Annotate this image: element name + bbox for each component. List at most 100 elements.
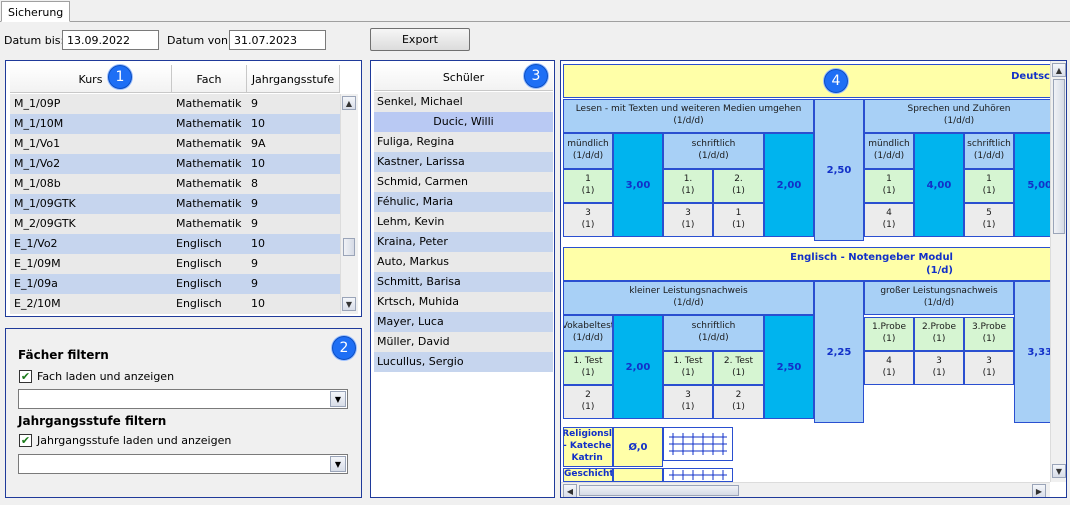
header-fach[interactable]: Fach (172, 65, 247, 93)
grade-cell[interactable]: 1. (1) (663, 169, 713, 203)
list-item[interactable]: Krtsch, Muhida (374, 292, 553, 312)
list-item[interactable]: Féhulic, Maria (374, 192, 553, 212)
filter-panel: 2 Fächer filtern ✔ Fach laden und anzeig… (5, 328, 362, 498)
cell-stufe: 9A (247, 134, 340, 154)
list-item[interactable]: Senkel, Michael (374, 92, 553, 112)
cell-fach: Englisch (172, 234, 247, 254)
jahrgangsstufe-checkbox[interactable]: ✔ (19, 434, 32, 447)
vokabeltest-header: Vokabeltest (1/d/d) (563, 315, 613, 351)
cell-kurs: M_1/09P (10, 94, 172, 114)
datum-bis-field[interactable]: 13.09.2022 (62, 30, 159, 50)
list-item[interactable]: Schmid, Carmen (374, 172, 553, 192)
table-row[interactable]: M_1/09GTK Mathematik 9 (10, 194, 340, 214)
list-item[interactable]: Mayer, Luca (374, 312, 553, 332)
list-item[interactable]: Ducic, Willi (374, 112, 553, 132)
badge-1: 1 (108, 65, 132, 89)
table-row[interactable]: E_2/10M Englisch 10 (10, 294, 340, 314)
scroll-right-icon[interactable]: ▶ (1032, 484, 1046, 497)
sprechen-header: Sprechen und Zuhören (1/d/d) (864, 99, 1054, 133)
scroll-down-icon[interactable]: ▼ (342, 297, 356, 311)
table-row[interactable]: M_1/Vo2 Mathematik 10 (10, 154, 340, 174)
cell-fach: Mathematik (172, 94, 247, 114)
scroll-thumb[interactable] (1053, 79, 1065, 234)
table-row[interactable]: M_1/Vo1 Mathematik 9A (10, 134, 340, 154)
table-row[interactable]: E_1/09a Englisch 9 (10, 274, 340, 294)
cell-fach: Mathematik (172, 194, 247, 214)
list-item[interactable]: Lucullus, Sergio (374, 352, 553, 372)
grade-cell[interactable]: 2. Test (1) (713, 351, 764, 385)
scroll-down-icon[interactable]: ▼ (1052, 464, 1066, 478)
jahrgangsstufe-combobox[interactable]: ▼ (18, 454, 348, 474)
cell-stufe: 9 (247, 94, 340, 114)
grade-cell[interactable]: 3 (1) (914, 351, 964, 385)
grade-cell[interactable]: 1. Test (1) (563, 351, 613, 385)
list-item[interactable]: Auto, Markus (374, 252, 553, 272)
chevron-down-icon[interactable]: ▼ (330, 456, 346, 472)
list-item[interactable]: Kastner, Larissa (374, 152, 553, 172)
tab-sicherung[interactable]: Sicherung (1, 1, 71, 22)
grade-cell[interactable]: 4 (1) (864, 351, 914, 385)
table-row[interactable]: M_1/09P Mathematik 9 (10, 94, 340, 114)
cell-stufe: 10 (247, 154, 340, 174)
grade-cell[interactable]: 2 (1) (713, 385, 764, 419)
list-item[interactable]: Kraina, Peter (374, 232, 553, 252)
cell-kurs: M_1/Vo2 (10, 154, 172, 174)
noten-horizontal-scrollbar[interactable]: ◀ ▶ (561, 482, 1050, 497)
scroll-left-icon[interactable]: ◀ (563, 484, 577, 497)
datum-bis-label: Datum bis: (4, 34, 65, 47)
kurs-table-header: Kurs Fach Jahrgangsstufe (10, 65, 340, 93)
cell-fach: Englisch (172, 254, 247, 274)
table-row[interactable]: M_2/09GTK Mathematik 9 (10, 214, 340, 234)
fach-checkbox[interactable]: ✔ (19, 370, 32, 383)
faecher-filter-title: Fächer filtern (18, 348, 109, 362)
fach-combobox[interactable]: ▼ (18, 389, 348, 409)
cell-kurs: E_1/09a (10, 274, 172, 294)
jahrgangsstufe-checkbox-label: Jahrgangsstufe laden und anzeigen (37, 434, 232, 447)
grade-cell[interactable]: 2 (1) (563, 385, 613, 419)
schriftlich-header: schriftlich (1/d/d) (663, 315, 764, 351)
geschichte-label: Geschichte (563, 468, 613, 482)
header-jahrgangsstufe[interactable]: Jahrgangsstufe (247, 65, 340, 93)
scroll-up-icon[interactable]: ▲ (1052, 63, 1066, 77)
grade-cell[interactable]: 2. (1) (713, 169, 764, 203)
cell-stufe: 9 (247, 254, 340, 274)
schueler-panel: Schüler 3 Senkel, Michael Ducic, Willi Ful… (370, 60, 555, 498)
grade-cell[interactable]: 3 (1) (964, 351, 1014, 385)
scroll-thumb[interactable] (343, 238, 355, 256)
list-item[interactable]: Müller, David (374, 332, 553, 352)
geschichte-grid-icon (663, 468, 733, 482)
grade-cell[interactable]: 4 (1) (864, 203, 914, 237)
table-row[interactable]: E_1/Vo2 Englisch 10 (10, 234, 340, 254)
table-row[interactable]: E_1/09M Englisch 9 (10, 254, 340, 274)
grade-cell[interactable]: 1 (1) (964, 169, 1014, 203)
cell-stufe: 10 (247, 294, 340, 314)
scroll-thumb[interactable] (579, 485, 739, 496)
kurs-scrollbar[interactable]: ▲ ▼ (340, 94, 358, 314)
table-row[interactable]: M_1/10M Mathematik 10 (10, 114, 340, 134)
header-kurs[interactable]: Kurs (10, 65, 172, 93)
grade-cell[interactable]: 1.Probe (1) (864, 317, 914, 351)
export-button[interactable]: Export (370, 28, 470, 51)
grade-cell[interactable]: 1 (1) (713, 203, 764, 237)
grade-cell[interactable]: 1 (1) (864, 169, 914, 203)
list-item[interactable]: Fuliga, Regina (374, 132, 553, 152)
jahrgangsstufe-filter-title: Jahrgangsstufe filtern (18, 414, 167, 428)
noten-vertical-scrollbar[interactable]: ▲ ▼ (1050, 61, 1066, 482)
grade-cell[interactable]: 3 (1) (663, 203, 713, 237)
datum-von-field[interactable]: 31.07.2023 (229, 30, 326, 50)
grade-cell[interactable]: 3 (1) (663, 385, 713, 419)
list-item[interactable]: Lehm, Kevin (374, 212, 553, 232)
average-cell: 2,00 (613, 315, 663, 419)
schueler-list: Senkel, Michael Ducic, Willi Fuliga, Regin… (374, 92, 553, 372)
grade-cell[interactable]: 5 (1) (964, 203, 1014, 237)
grade-cell[interactable]: 1. Test (1) (663, 351, 713, 385)
scroll-up-icon[interactable]: ▲ (342, 96, 356, 110)
grade-cell[interactable]: 1 (1) (563, 169, 613, 203)
table-row[interactable]: M_1/08b Mathematik 8 (10, 174, 340, 194)
chevron-down-icon[interactable]: ▼ (330, 391, 346, 407)
list-item[interactable]: Schmitt, Barisa (374, 272, 553, 292)
cell-fach: Mathematik (172, 154, 247, 174)
grade-cell[interactable]: 2.Probe (1) (914, 317, 964, 351)
grade-cell[interactable]: 3.Probe (1) (964, 317, 1014, 351)
grade-cell[interactable]: 3 (1) (563, 203, 613, 237)
